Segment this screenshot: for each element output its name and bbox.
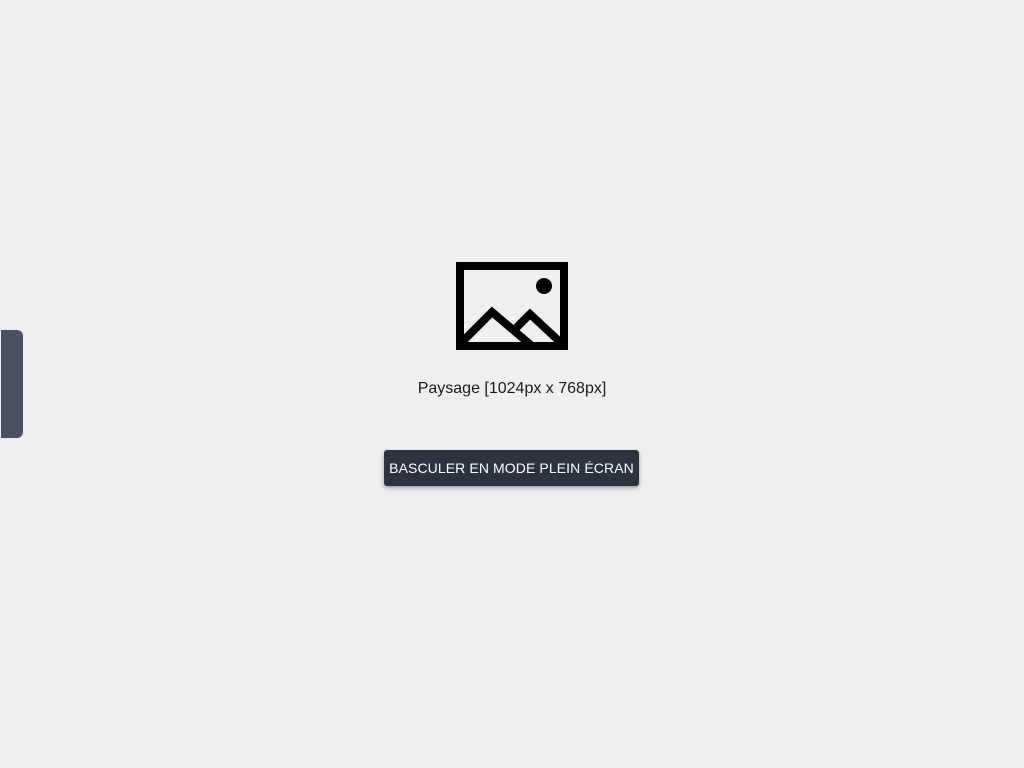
image-icon bbox=[456, 262, 568, 350]
toggle-fullscreen-button[interactable]: BASCULER EN MODE PLEIN ÉCRAN bbox=[384, 450, 639, 486]
orientation-caption: Paysage [1024px x 768px] bbox=[417, 380, 607, 397]
main-content: Paysage [1024px x 768px] BASCULER EN MOD… bbox=[0, 0, 1024, 768]
